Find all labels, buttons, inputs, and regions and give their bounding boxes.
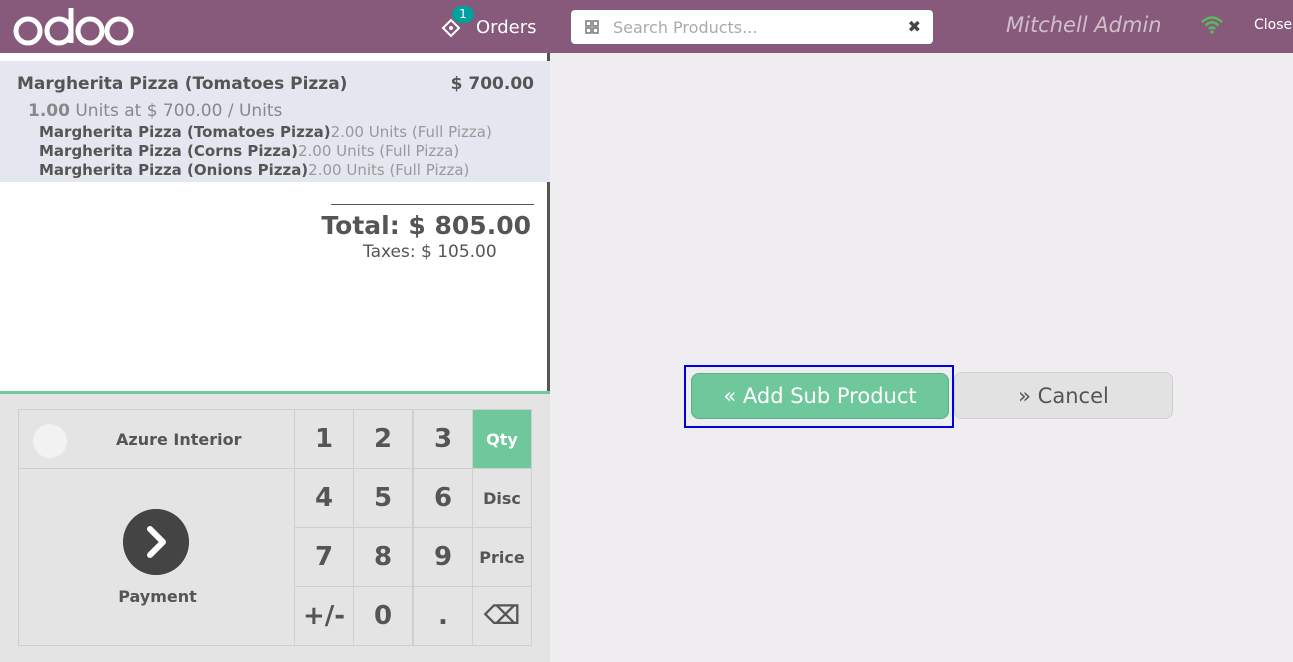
sub-product-line: Margherita Pizza (Onions Pizza)2.00 Unit… (39, 161, 469, 179)
top-bar: odoo 1 Orders ✖ Mitchell Admin (0, 0, 1293, 53)
numpad-key-3[interactable]: 3 (413, 409, 473, 469)
sub-product-name: Margherita Pizza (Onions Pizza) (39, 161, 309, 179)
orders-label: Orders (476, 16, 537, 38)
order-total: Total: $ 805.00 (321, 211, 531, 240)
sub-product-qty: 2.00 Units (Full Pizza) (308, 161, 470, 179)
orders-count-badge: 1 (452, 6, 474, 23)
order-line-info: 1.00 Units at $ 700.00 / Units (28, 101, 282, 121)
sub-product-qty: 2.00 Units (Full Pizza) (298, 142, 460, 160)
order-line-unit-text: Units at $ 700.00 / Units (75, 101, 283, 121)
close-button[interactable]: Close (1254, 17, 1292, 33)
product-search: ✖ (571, 10, 933, 44)
numpad-key-sign[interactable]: +/- (294, 586, 354, 646)
grid-icon (585, 20, 599, 34)
order-line-qty: 1.00 (28, 101, 70, 121)
wifi-icon (1201, 16, 1223, 34)
numpad-key-6[interactable]: 6 (413, 468, 473, 528)
customer-button[interactable]: Azure Interior (18, 409, 295, 469)
sub-product-line: Margherita Pizza (Tomatoes Pizza)2.00 Un… (39, 123, 492, 141)
add-sub-product-focus: « Add Sub Product (684, 365, 954, 428)
user-name: Mitchell Admin (1006, 13, 1162, 37)
sub-product-name: Margherita Pizza (Corns Pizza) (39, 142, 298, 160)
payment-label: Payment (118, 587, 197, 606)
order-panel: Margherita Pizza (Tomatoes Pizza) $ 700.… (0, 53, 550, 662)
customer-avatar (33, 424, 67, 458)
numpad-key-dot[interactable]: . (413, 586, 473, 646)
order-line-price: $ 700.00 (450, 74, 534, 94)
numpad-key-5[interactable]: 5 (353, 468, 413, 528)
qty-mode-button[interactable]: Qty (472, 409, 532, 469)
numpad-key-4[interactable]: 4 (294, 468, 354, 528)
sub-product-line: Margherita Pizza (Corns Pizza)2.00 Units… (39, 142, 459, 160)
ticket-icon: 1 (440, 6, 474, 38)
numpad-key-8[interactable]: 8 (353, 527, 413, 587)
order-line[interactable]: Margherita Pizza (Tomatoes Pizza) $ 700.… (0, 61, 550, 182)
control-pads: Azure Interior Payment 1 2 3 Qty 4 5 6 D… (0, 391, 550, 662)
search-input[interactable] (613, 17, 883, 37)
disc-mode-button[interactable]: Disc (472, 468, 532, 528)
cancel-button[interactable]: » Cancel (954, 372, 1173, 419)
payment-button[interactable]: Payment (18, 468, 295, 646)
summary-divider (331, 204, 534, 205)
order-line-product: Margherita Pizza (Tomatoes Pizza) (17, 74, 348, 94)
clear-search-icon[interactable]: ✖ (908, 18, 921, 36)
order-taxes: Taxes: $ 105.00 (363, 242, 497, 262)
customer-name: Azure Interior (116, 430, 242, 449)
orders-button[interactable]: 1 Orders (440, 6, 537, 44)
numpad-key-9[interactable]: 9 (413, 527, 473, 587)
sub-product-name: Margherita Pizza (Tomatoes Pizza) (39, 123, 331, 141)
numpad-key-1[interactable]: 1 (294, 409, 354, 469)
add-sub-product-button[interactable]: « Add Sub Product (691, 373, 949, 419)
numpad-key-2[interactable]: 2 (353, 409, 413, 469)
chevron-right-icon (123, 509, 189, 575)
sub-product-qty: 2.00 Units (Full Pizza) (330, 123, 492, 141)
numpad-key-0[interactable]: 0 (353, 586, 413, 646)
backspace-icon[interactable]: ⌫ (472, 586, 532, 646)
price-mode-button[interactable]: Price (472, 527, 532, 587)
numpad-key-7[interactable]: 7 (294, 527, 354, 587)
odoo-logo: odoo (13, 8, 134, 46)
